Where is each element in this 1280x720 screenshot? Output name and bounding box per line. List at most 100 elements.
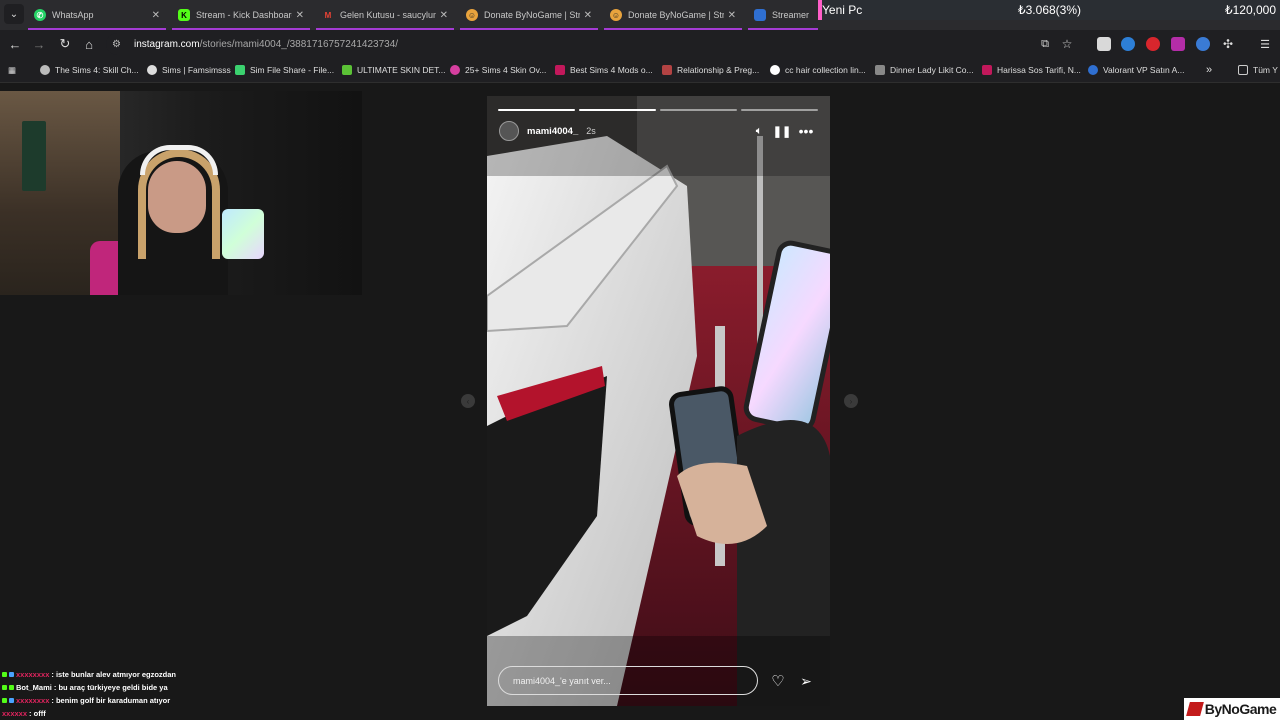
story-photo (487, 96, 830, 706)
all-bookmarks-folder[interactable]: Tüm Y (1238, 63, 1278, 77)
menu-icon[interactable]: ☰ (1256, 35, 1274, 53)
story-progress-segment (741, 109, 818, 111)
chat-text-body: benim golf bir karaduman atıyor (55, 696, 171, 705)
whatsapp-icon: ✆ (34, 9, 46, 21)
next-story-icon[interactable]: › (844, 394, 858, 408)
tab-search-dropdown-icon[interactable]: ⌄ (4, 4, 24, 24)
bookmark-label: Sims | Famsimsss (162, 65, 231, 75)
install-app-icon[interactable]: ⧉ (1036, 35, 1054, 53)
chat-username: xxxxxxxx (16, 670, 50, 679)
tab-donate-bynogame-2[interactable]: ☺ Donate ByNoGame | Stre ✕ (604, 4, 742, 26)
extension-red-icon[interactable] (1146, 37, 1160, 51)
bookmark-favicon-icon (450, 65, 460, 75)
bookmark-item[interactable]: cc hair collection lin... (770, 63, 866, 77)
webcam-overlay (0, 91, 362, 295)
extension-dl-icon[interactable] (1196, 37, 1210, 51)
extension-blue-icon[interactable] (1121, 37, 1135, 51)
bookmark-star-icon[interactable]: ☆ (1058, 35, 1076, 53)
bookmark-item[interactable]: Harissa Sos Tarifi, N... (982, 63, 1081, 77)
bookmark-favicon-icon (342, 65, 352, 75)
tab-title: Donate ByNoGame | Stre (484, 10, 580, 20)
tab-close-icon[interactable]: ✕ (296, 10, 304, 21)
reply-placeholder: mami4004_'e yanıt ver... (513, 675, 611, 686)
donation-goal-ticker: Yeni Pc ₺3.068(3%) ₺120,000 (818, 0, 1280, 20)
bookmark-label: Best Sims 4 Mods o... (570, 65, 653, 75)
tab-gmail[interactable]: M Gelen Kutusu - saucylumi ✕ (316, 4, 454, 26)
subscriber-badge-icon (9, 698, 14, 703)
bookmark-item[interactable]: ULTIMATE SKIN DET... (342, 63, 445, 77)
bookmark-item[interactable]: The Sims 4: Skill Ch... (40, 63, 139, 77)
bookmark-item[interactable]: Sim File Share - File... (235, 63, 334, 77)
chat-username: Bot_Mami (16, 683, 52, 692)
reply-input[interactable]: mami4004_'e yanıt ver... (498, 666, 758, 695)
chat-message: Bot_Mami : bu araç türkiyeye geldi bide … (2, 681, 302, 694)
bookmarks-overflow-icon[interactable]: » (1206, 63, 1212, 77)
url-host: instagram.com (134, 38, 200, 50)
bookmark-favicon-icon (147, 65, 157, 75)
story-viewer[interactable]: mami4004_ 2s 🔈︎ ❚❚ ••• mami4004_'e yanıt… (487, 96, 830, 706)
extension-purple-icon[interactable] (1171, 37, 1185, 51)
room-shelf (22, 121, 46, 191)
volume-icon[interactable]: 🔈︎ (752, 123, 766, 139)
bynogame-logo-icon (1185, 702, 1204, 716)
url-field[interactable]: ⚙ instagram.com /stories/mami4004_/38817… (106, 33, 1116, 55)
bookmark-label: Relationship & Preg... (677, 65, 760, 75)
tab-streamer-panel[interactable]: Streamer Par (748, 4, 818, 26)
folder-icon (1238, 65, 1248, 75)
watermark-text: ByNoGame (1204, 701, 1277, 717)
pause-icon[interactable]: ❚❚ (773, 123, 791, 139)
bookmark-label: Valorant VP Satın A... (1103, 65, 1185, 75)
forward-icon[interactable]: → (30, 35, 48, 53)
tab-whatsapp[interactable]: ✆ WhatsApp ✕ (28, 4, 166, 26)
story-progress-segment (579, 109, 656, 111)
chat-text: : bu araç türkiyeye geldi bide ya (53, 683, 168, 692)
story-progress-segment (660, 109, 737, 111)
url-path: /stories/mami4004_/3881716757241423734/ (199, 38, 399, 50)
reload-icon[interactable]: ↻ (56, 35, 74, 53)
goal-label: Yeni Pc (822, 3, 863, 17)
bookmark-item[interactable]: Dinner Lady Likit Co... (875, 63, 974, 77)
back-icon[interactable]: ← (6, 35, 24, 53)
story-username[interactable]: mami4004_ (527, 126, 578, 137)
tab-close-icon[interactable]: ✕ (584, 10, 592, 21)
home-icon[interactable]: ⌂ (80, 35, 98, 53)
previous-story-icon[interactable]: ‹ (461, 394, 475, 408)
kick-badge-icon (2, 685, 7, 690)
site-info-icon[interactable]: ⚙ (112, 39, 128, 50)
tab-close-icon[interactable]: ✕ (440, 10, 448, 21)
tab-kick-dashboard[interactable]: K Stream - Kick Dashboard ✕ (172, 4, 310, 26)
bookmark-item[interactable]: Valorant VP Satın A... (1088, 63, 1184, 77)
bynogame-watermark: ByNoGame (1184, 698, 1280, 720)
send-icon[interactable]: ➢ (796, 671, 816, 691)
bookmark-favicon-icon (235, 65, 245, 75)
address-bar-row: ← → ↻ ⌂ ⚙ instagram.com /stories/mami400… (0, 30, 1280, 58)
bookmark-label: Harissa Sos Tarifi, N... (997, 65, 1081, 75)
goal-progress: ₺3.068(3%) (1018, 3, 1081, 17)
bookmark-favicon-icon (662, 65, 672, 75)
bookmark-item[interactable]: Relationship & Preg... (662, 63, 759, 77)
bookmark-item[interactable]: Best Sims 4 Mods o... (555, 63, 653, 77)
apps-grid-icon[interactable]: ▦ (8, 63, 16, 77)
kick-badge-icon (2, 698, 7, 703)
chat-message: xxxxxxxx : iste bunlar alev atmıyor egzo… (2, 668, 302, 681)
tab-close-icon[interactable]: ✕ (152, 10, 160, 21)
more-options-icon[interactable]: ••• (797, 123, 815, 139)
bookmark-favicon-icon (40, 65, 50, 75)
story-progress-segment (498, 109, 575, 111)
bookmark-label: ULTIMATE SKIN DET... (357, 65, 446, 75)
like-heart-icon[interactable]: ♡ (768, 671, 788, 691)
bookmark-item[interactable]: Sims | Famsimsss (147, 63, 231, 77)
chat-text-body: bu araç türkiyeye geldi bide ya (58, 683, 168, 692)
avatar[interactable] (499, 121, 519, 141)
chat-text: : iste bunlar alev atmıyor egzozdan (51, 670, 177, 679)
tab-title: Gelen Kutusu - saucylumi (340, 10, 436, 20)
bynogame-icon (754, 9, 766, 21)
bot-badge-icon (9, 685, 14, 690)
tab-close-icon[interactable]: ✕ (728, 10, 736, 21)
extensions-puzzle-icon[interactable]: ✣ (1219, 35, 1237, 53)
tab-donate-bynogame-1[interactable]: ☺ Donate ByNoGame | Stre ✕ (460, 4, 598, 26)
bookmark-item[interactable]: 25+ Sims 4 Skin Ov... (450, 63, 546, 77)
shield-extension-icon[interactable] (1097, 37, 1111, 51)
bookmark-label: Dinner Lady Likit Co... (890, 65, 974, 75)
bookmark-label: Sim File Share - File... (250, 65, 335, 75)
